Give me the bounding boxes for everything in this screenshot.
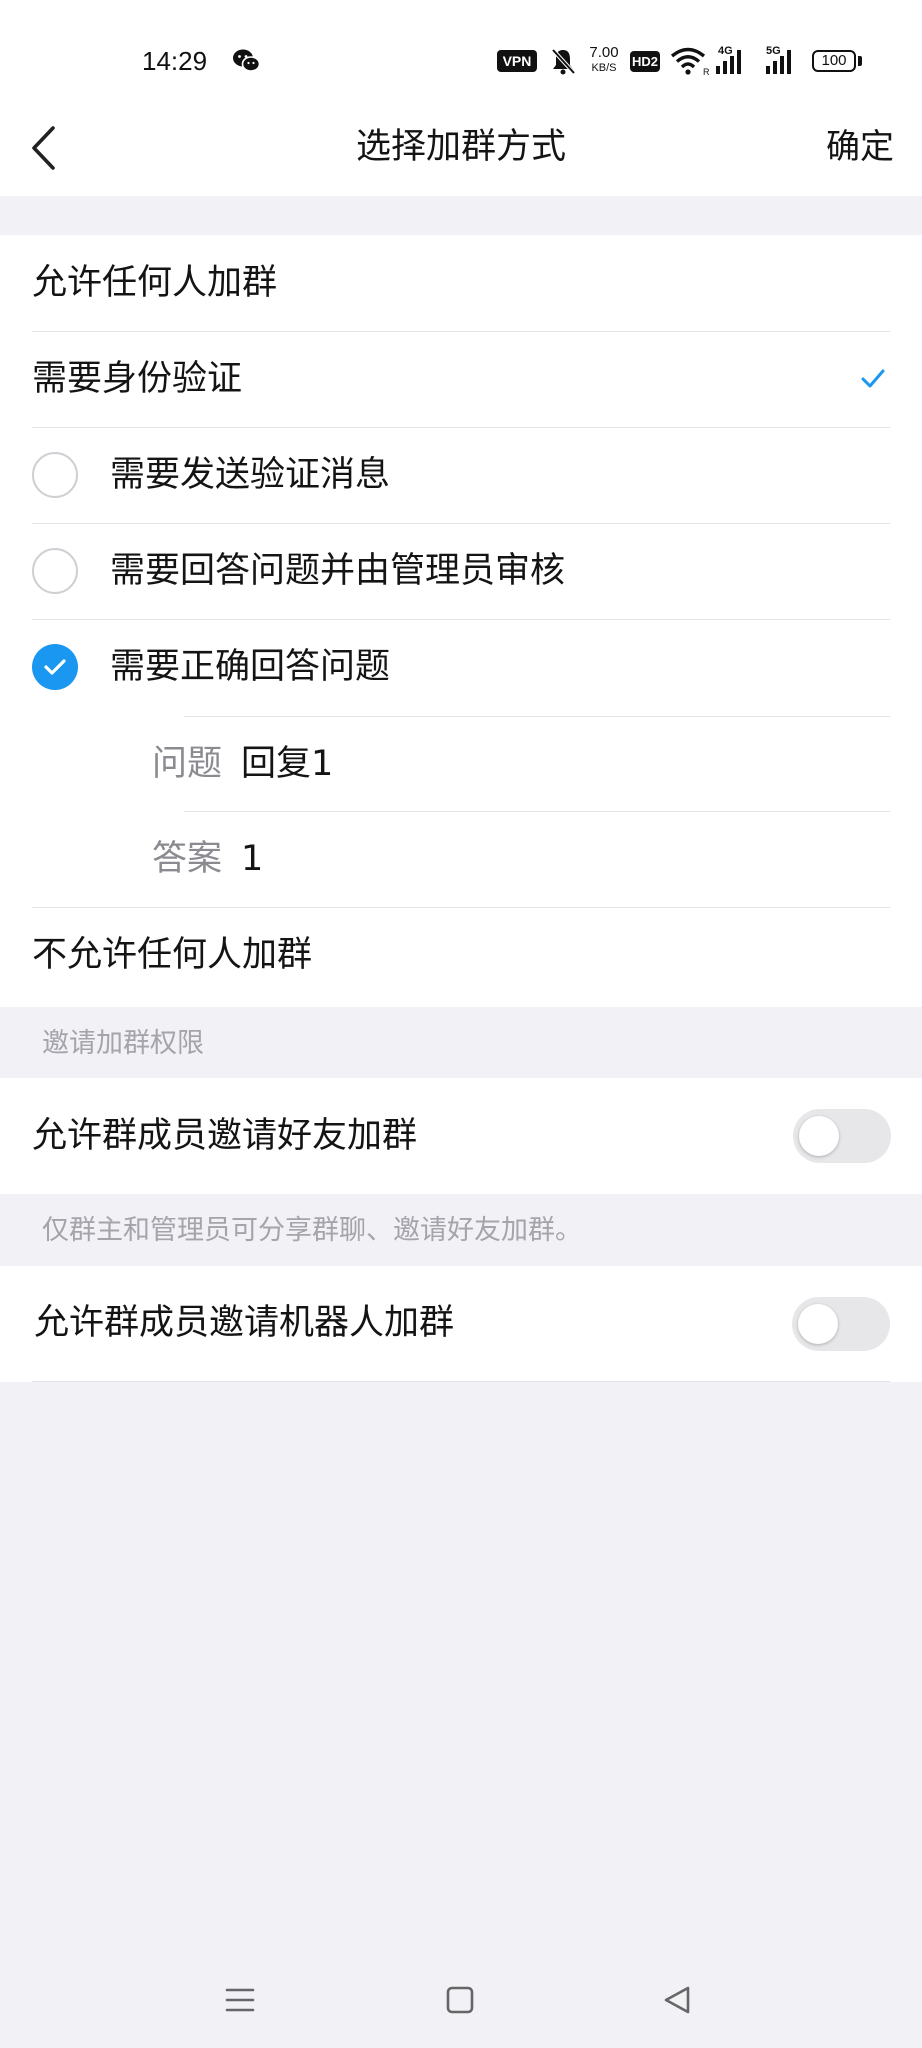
net-speed-value: 7.00 (589, 44, 619, 61)
nav-header: 选择加群方式 确定 (0, 100, 922, 196)
radio-button[interactable] (32, 548, 78, 594)
sub-option-label: 需要回答问题并由管理员审核 (110, 551, 566, 591)
sub-option-label: 需要发送验证消息 (110, 455, 391, 495)
home-square-icon[interactable] (442, 1982, 478, 2018)
checkmark-icon (861, 369, 885, 388)
invite-section-caption: 邀请加群权限 (42, 1028, 204, 1059)
invite-bots-row: 允许群成员邀请机器人加群 (32, 1266, 890, 1382)
sub-option-label: 需要正确回答问题 (110, 647, 391, 687)
status-bar: 14:29 VPN 7.00 KB/S HD2 R 4G 5G 100 (0, 0, 922, 100)
bell-muted-icon (551, 48, 576, 75)
wifi-icon: R (670, 47, 710, 76)
confirm-button[interactable]: 确定 (826, 124, 894, 170)
svg-text:4G: 4G (718, 45, 733, 57)
page-title: 选择加群方式 (355, 127, 566, 167)
invite-bots-section: 允许群成员邀请机器人加群 (0, 1266, 922, 1382)
invite-friends-label: 允许群成员邀请好友加群 (32, 1116, 418, 1156)
battery-indicator: 100 (812, 50, 856, 72)
option-disallow-anyone[interactable]: 不允许任何人加群 (32, 908, 890, 1005)
sub-option-answer-correct[interactable]: 需要正确回答问题 (32, 620, 890, 716)
toggle-knob (799, 1116, 839, 1156)
answer-row[interactable]: 答案 1 (32, 812, 890, 908)
radio-check-icon (44, 659, 66, 675)
toggle-knob (798, 1304, 838, 1344)
signal-5g-icon: 5G (766, 45, 791, 74)
invite-note: 仅群主和管理员可分享群聊、邀请好友加群。 (42, 1215, 582, 1246)
invite-bots-toggle[interactable] (792, 1297, 890, 1351)
answer-value: 1 (241, 839, 264, 879)
status-time: 14:29 (142, 46, 208, 76)
option-label: 允许任何人加群 (32, 263, 278, 303)
option-label: 需要身份验证 (32, 359, 243, 399)
signal-4g-icon: 4G (716, 45, 741, 74)
option-label: 不允许任何人加群 (32, 935, 313, 975)
radio-button-checked[interactable] (32, 644, 78, 690)
svg-text:R: R (703, 67, 710, 76)
question-value: 回复1 (241, 744, 334, 784)
wechat-icon (233, 49, 260, 72)
vpn-badge: VPN (497, 50, 537, 72)
option-require-verification[interactable]: 需要身份验证 (32, 332, 890, 428)
answer-key: 答案 (152, 839, 223, 879)
svg-text:5G: 5G (766, 45, 781, 57)
net-speed-unit: KB/S (591, 62, 617, 74)
option-allow-anyone[interactable]: 允许任何人加群 (32, 235, 890, 332)
back-triangle-icon[interactable] (660, 1982, 696, 2018)
invite-friends-section: 允许群成员邀请好友加群 (0, 1078, 922, 1194)
sub-option-send-message[interactable]: 需要发送验证消息 (32, 428, 890, 524)
menu-icon[interactable] (222, 1982, 258, 2018)
question-row[interactable]: 问题 回复1 (152, 716, 890, 812)
radio-button[interactable] (32, 452, 78, 498)
hd-badge: HD2 (630, 51, 660, 72)
battery-tip (858, 56, 862, 66)
sub-option-answer-review[interactable]: 需要回答问题并由管理员审核 (32, 524, 890, 620)
question-key: 问题 (152, 744, 223, 784)
invite-bots-label: 允许群成员邀请机器人加群 (34, 1303, 455, 1343)
join-options-section: 允许任何人加群 需要身份验证 需要发送验证消息 需要回答问题并由管理员审核 需要… (0, 235, 922, 1007)
invite-friends-toggle[interactable] (793, 1109, 891, 1163)
